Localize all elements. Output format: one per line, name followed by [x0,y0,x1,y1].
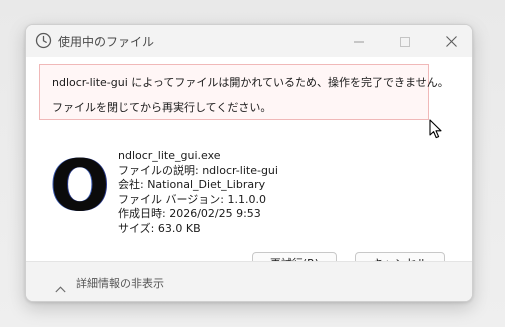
file-in-use-dialog: 使用中のファイル ndlocr-lite-gui によってファイルは開かれている… [25,24,473,302]
maximize-icon [400,32,410,51]
details-footer: 詳細情報の非表示 [26,261,472,301]
file-description: ファイルの説明: ndlocr-lite-gui [118,163,278,177]
minimize-button[interactable] [336,25,382,57]
mouse-pointer-icon [429,119,443,143]
window-title: 使用中のファイル [58,35,155,49]
title-bar[interactable]: 使用中のファイル [26,25,472,57]
hide-details-toggle[interactable]: 詳細情報の非表示 [76,275,164,291]
maximize-button[interactable] [382,25,428,57]
close-button[interactable] [428,25,472,57]
minimize-icon [354,32,364,51]
file-size: サイズ: 63.0 KB [118,221,201,235]
chevron-up-icon[interactable] [55,278,66,297]
file-company: 会社: National_Diet_Library [118,178,266,191]
file-created: 作成日時: 2026/02/25 9:53 [118,207,261,220]
message-line-1: ndlocr-lite-gui によってファイルは開かれているため、操作を完了で… [52,76,449,89]
dialog-body: ndlocr-lite-gui によってファイルは開かれているため、操作を完了で… [26,57,472,274]
clock-icon [35,32,52,49]
app-logo-icon: O [50,145,110,227]
file-name: ndlocr_lite_gui.exe [118,149,221,162]
message-line-2: ファイルを閉じてから再実行してください。 [52,101,272,114]
error-message: ndlocr-lite-gui によってファイルは開かれているため、操作を完了で… [39,64,449,120]
file-properties: ndlocr_lite_gui.exe ファイルの説明: ndlocr-lite… [118,149,278,236]
close-icon [445,32,457,51]
file-version: ファイル バージョン: 1.1.0.0 [118,192,266,206]
